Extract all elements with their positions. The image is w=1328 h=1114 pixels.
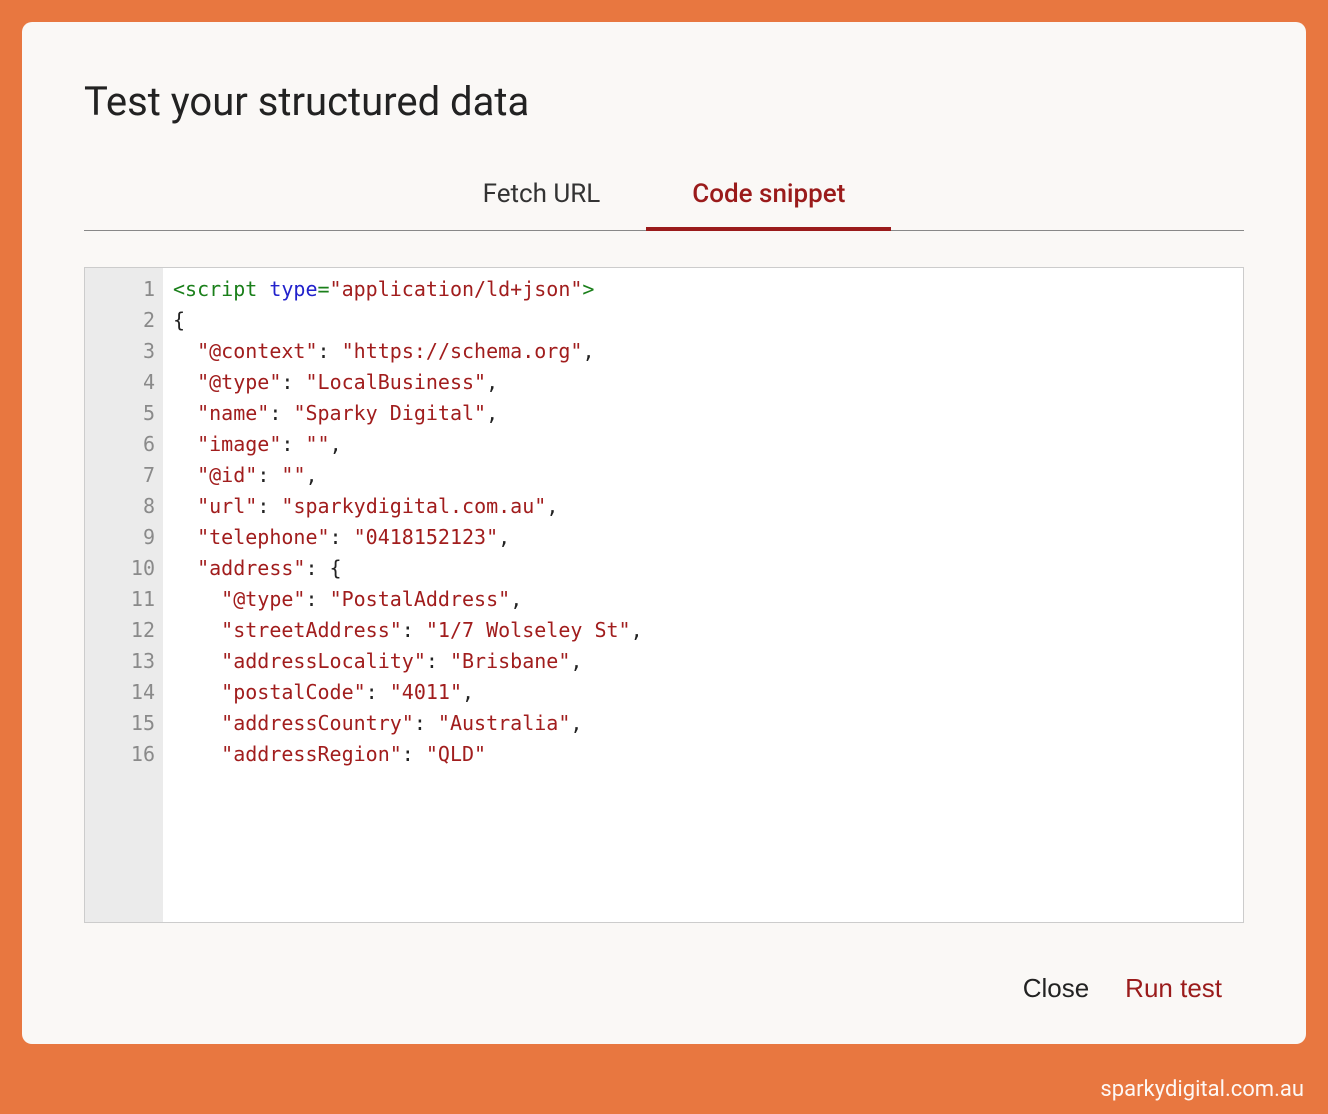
run-test-button[interactable]: Run test xyxy=(1125,973,1222,1004)
code-line[interactable]: "@type": "LocalBusiness", xyxy=(173,367,1233,398)
line-number: 11 xyxy=(99,584,155,615)
line-number: 3 xyxy=(99,336,155,367)
code-line[interactable]: "@context": "https://schema.org", xyxy=(173,336,1233,367)
line-number: 10 xyxy=(99,553,155,584)
line-number: 5 xyxy=(99,398,155,429)
code-editor[interactable]: 12345678910111213141516 <script type="ap… xyxy=(84,267,1244,923)
code-line[interactable]: "streetAddress": "1/7 Wolseley St", xyxy=(173,615,1233,646)
code-line[interactable]: "url": "sparkydigital.com.au", xyxy=(173,491,1233,522)
code-content[interactable]: <script type="application/ld+json">{ "@c… xyxy=(163,268,1243,922)
code-line[interactable]: "addressCountry": "Australia", xyxy=(173,708,1233,739)
line-number: 8 xyxy=(99,491,155,522)
code-line[interactable]: "telephone": "0418152123", xyxy=(173,522,1233,553)
line-number: 1 xyxy=(99,274,155,305)
code-line[interactable]: "addressLocality": "Brisbane", xyxy=(173,646,1233,677)
line-number: 16 xyxy=(99,739,155,770)
dialog-title: Test your structured data xyxy=(84,78,1244,125)
line-number: 14 xyxy=(99,677,155,708)
tab-code-snippet[interactable]: Code snippet xyxy=(646,163,891,231)
line-number: 2 xyxy=(99,305,155,336)
code-line[interactable]: "@id": "", xyxy=(173,460,1233,491)
tabs: Fetch URL Code snippet xyxy=(84,163,1244,231)
code-line[interactable]: "addressRegion": "QLD" xyxy=(173,739,1233,770)
line-number: 6 xyxy=(99,429,155,460)
line-number: 9 xyxy=(99,522,155,553)
code-line[interactable]: "address": { xyxy=(173,553,1233,584)
line-number: 12 xyxy=(99,615,155,646)
code-line[interactable]: "name": "Sparky Digital", xyxy=(173,398,1233,429)
close-button[interactable]: Close xyxy=(1023,973,1089,1004)
dialog-actions: Close Run test xyxy=(84,923,1244,1004)
watermark: sparkydigital.com.au xyxy=(1100,1077,1304,1102)
line-number: 15 xyxy=(99,708,155,739)
line-number: 7 xyxy=(99,460,155,491)
code-line[interactable]: "postalCode": "4011", xyxy=(173,677,1233,708)
line-gutter: 12345678910111213141516 xyxy=(85,268,163,922)
structured-data-dialog: Test your structured data Fetch URL Code… xyxy=(22,22,1306,1044)
code-line[interactable]: "@type": "PostalAddress", xyxy=(173,584,1233,615)
code-line[interactable]: { xyxy=(173,305,1233,336)
tab-fetch-url[interactable]: Fetch URL xyxy=(437,163,647,231)
code-line[interactable]: <script type="application/ld+json"> xyxy=(173,274,1233,305)
line-number: 4 xyxy=(99,367,155,398)
line-number: 13 xyxy=(99,646,155,677)
code-line[interactable]: "image": "", xyxy=(173,429,1233,460)
